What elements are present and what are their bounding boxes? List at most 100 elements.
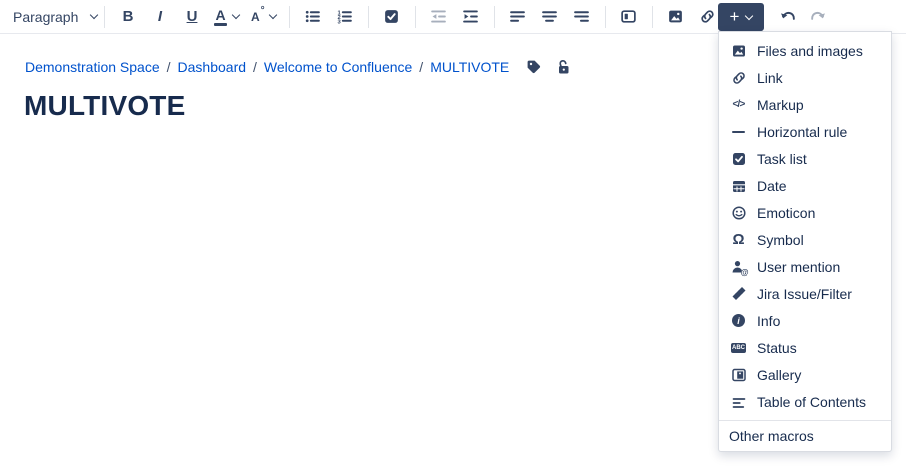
- menu-item-label: Status: [757, 340, 797, 356]
- gallery-icon: [730, 366, 747, 383]
- menu-item-label: User mention: [757, 259, 840, 275]
- menu-item-label: Emoticon: [757, 205, 815, 221]
- menu-item-status[interactable]: ABC Status: [719, 334, 891, 361]
- insert-link-icon: [699, 8, 716, 25]
- menu-item-label: Horizontal rule: [757, 124, 847, 140]
- menu-item-label: Jira Issue/Filter: [757, 286, 852, 302]
- italic-button[interactable]: I: [147, 4, 173, 30]
- numbered-list-icon: 1 2 3: [336, 8, 353, 25]
- bold-button[interactable]: B: [115, 4, 141, 30]
- menu-item-files-and-images[interactable]: Files and images: [719, 37, 891, 64]
- menu-item-horizontal-rule[interactable]: Horizontal rule: [719, 118, 891, 145]
- breadcrumb-separator: /: [419, 59, 423, 75]
- bullet-list-button[interactable]: [300, 4, 326, 30]
- breadcrumb-link-dashboard[interactable]: Dashboard: [178, 59, 247, 75]
- chevron-down-icon: [90, 11, 98, 19]
- toolbar-divider: [289, 6, 290, 28]
- task-list-icon: [383, 8, 400, 25]
- numbered-list-button[interactable]: 1 2 3: [332, 4, 358, 30]
- image-icon: [730, 42, 747, 59]
- markup-icon: </>: [730, 96, 747, 113]
- link-icon: [730, 69, 747, 86]
- tag-icon[interactable]: [526, 59, 542, 75]
- outdent-icon: [430, 8, 447, 25]
- paragraph-style-label: Paragraph: [13, 9, 78, 25]
- align-center-button[interactable]: [537, 4, 563, 30]
- toolbar-divider: [494, 6, 495, 28]
- breadcrumb-link-space[interactable]: Demonstration Space: [25, 59, 160, 75]
- text-styles-icon: A°: [251, 10, 264, 24]
- insert-link-button[interactable]: [695, 4, 721, 30]
- breadcrumb-link-welcome[interactable]: Welcome to Confluence: [264, 59, 412, 75]
- confluence-editor-page: Paragraph B I U A A°: [0, 0, 906, 466]
- editor-toolbar: Paragraph B I U A A°: [0, 0, 906, 34]
- chevron-down-icon: [232, 11, 240, 19]
- menu-item-label: Task list: [757, 151, 807, 167]
- insert-image-button[interactable]: [663, 4, 689, 30]
- task-list-icon: [730, 150, 747, 167]
- breadcrumb-link-current-page[interactable]: MULTIVOTE: [430, 59, 509, 75]
- menu-item-date[interactable]: Date: [719, 172, 891, 199]
- outdent-button: [426, 4, 452, 30]
- menu-item-jira-issue-filter[interactable]: Jira Issue/Filter: [719, 280, 891, 307]
- underline-icon: U: [187, 8, 198, 25]
- breadcrumb: Demonstration Space / Dashboard / Welcom…: [25, 59, 571, 75]
- toolbar-divider: [104, 6, 105, 28]
- page-layout-button[interactable]: [616, 4, 642, 30]
- task-list-button[interactable]: [379, 4, 405, 30]
- menu-item-label: Files and images: [757, 43, 863, 59]
- menu-item-info[interactable]: i Info: [719, 307, 891, 334]
- emoticon-icon: [730, 204, 747, 221]
- toolbar-divider: [415, 6, 416, 28]
- menu-item-label: Gallery: [757, 367, 801, 383]
- menu-item-label: Markup: [757, 97, 804, 113]
- menu-item-label: Info: [757, 313, 780, 329]
- breadcrumb-separator: /: [253, 59, 257, 75]
- menu-item-table-of-contents[interactable]: Table of Contents: [719, 388, 891, 415]
- chevron-down-icon: [268, 11, 276, 19]
- text-styles-dropdown[interactable]: A°: [248, 4, 279, 30]
- menu-item-label: Table of Contents: [757, 394, 866, 410]
- menu-item-label: Other macros: [729, 428, 814, 444]
- menu-item-link[interactable]: Link: [719, 64, 891, 91]
- bold-icon: B: [123, 8, 134, 25]
- indent-icon: [462, 8, 479, 25]
- status-icon: ABC: [730, 339, 747, 356]
- redo-button: [805, 4, 831, 30]
- menu-item-symbol[interactable]: Ω Symbol: [719, 226, 891, 253]
- undo-button[interactable]: [775, 4, 801, 30]
- svg-text:3: 3: [338, 20, 342, 25]
- align-left-button[interactable]: [505, 4, 531, 30]
- indent-button[interactable]: [458, 4, 484, 30]
- menu-item-other-macros[interactable]: Other macros: [719, 421, 891, 451]
- page-title[interactable]: MULTIVOTE: [24, 90, 186, 122]
- bullet-list-icon: [304, 8, 321, 25]
- menu-item-gallery[interactable]: Gallery: [719, 361, 891, 388]
- text-color-dropdown[interactable]: A: [211, 4, 242, 30]
- insert-image-icon: [667, 8, 684, 25]
- unlock-icon[interactable]: [555, 59, 571, 75]
- menu-item-label: Link: [757, 70, 783, 86]
- insert-content-menu: Files and images Link </> Markup: [718, 31, 892, 452]
- horizontal-rule-icon: [730, 123, 747, 140]
- align-right-button[interactable]: [569, 4, 595, 30]
- underline-button[interactable]: U: [179, 4, 205, 30]
- menu-item-label: Date: [757, 178, 787, 194]
- undo-icon: [779, 8, 797, 26]
- toolbar-divider: [652, 6, 653, 28]
- insert-more-content-button[interactable]: +: [718, 3, 764, 31]
- chevron-down-icon: [745, 11, 753, 19]
- page-layout-icon: [620, 8, 637, 25]
- menu-item-task-list[interactable]: Task list: [719, 145, 891, 172]
- menu-item-user-mention[interactable]: @ User mention: [719, 253, 891, 280]
- menu-item-markup[interactable]: </> Markup: [719, 91, 891, 118]
- jira-icon: [730, 285, 747, 302]
- menu-item-emoticon[interactable]: Emoticon: [719, 199, 891, 226]
- italic-icon: I: [158, 8, 162, 25]
- plus-icon: +: [730, 8, 740, 25]
- paragraph-style-dropdown[interactable]: Paragraph: [13, 9, 97, 25]
- text-color-icon: A: [214, 8, 227, 26]
- user-mention-icon: @: [730, 258, 747, 275]
- omega-icon: Ω: [730, 231, 747, 248]
- breadcrumb-separator: /: [167, 59, 171, 75]
